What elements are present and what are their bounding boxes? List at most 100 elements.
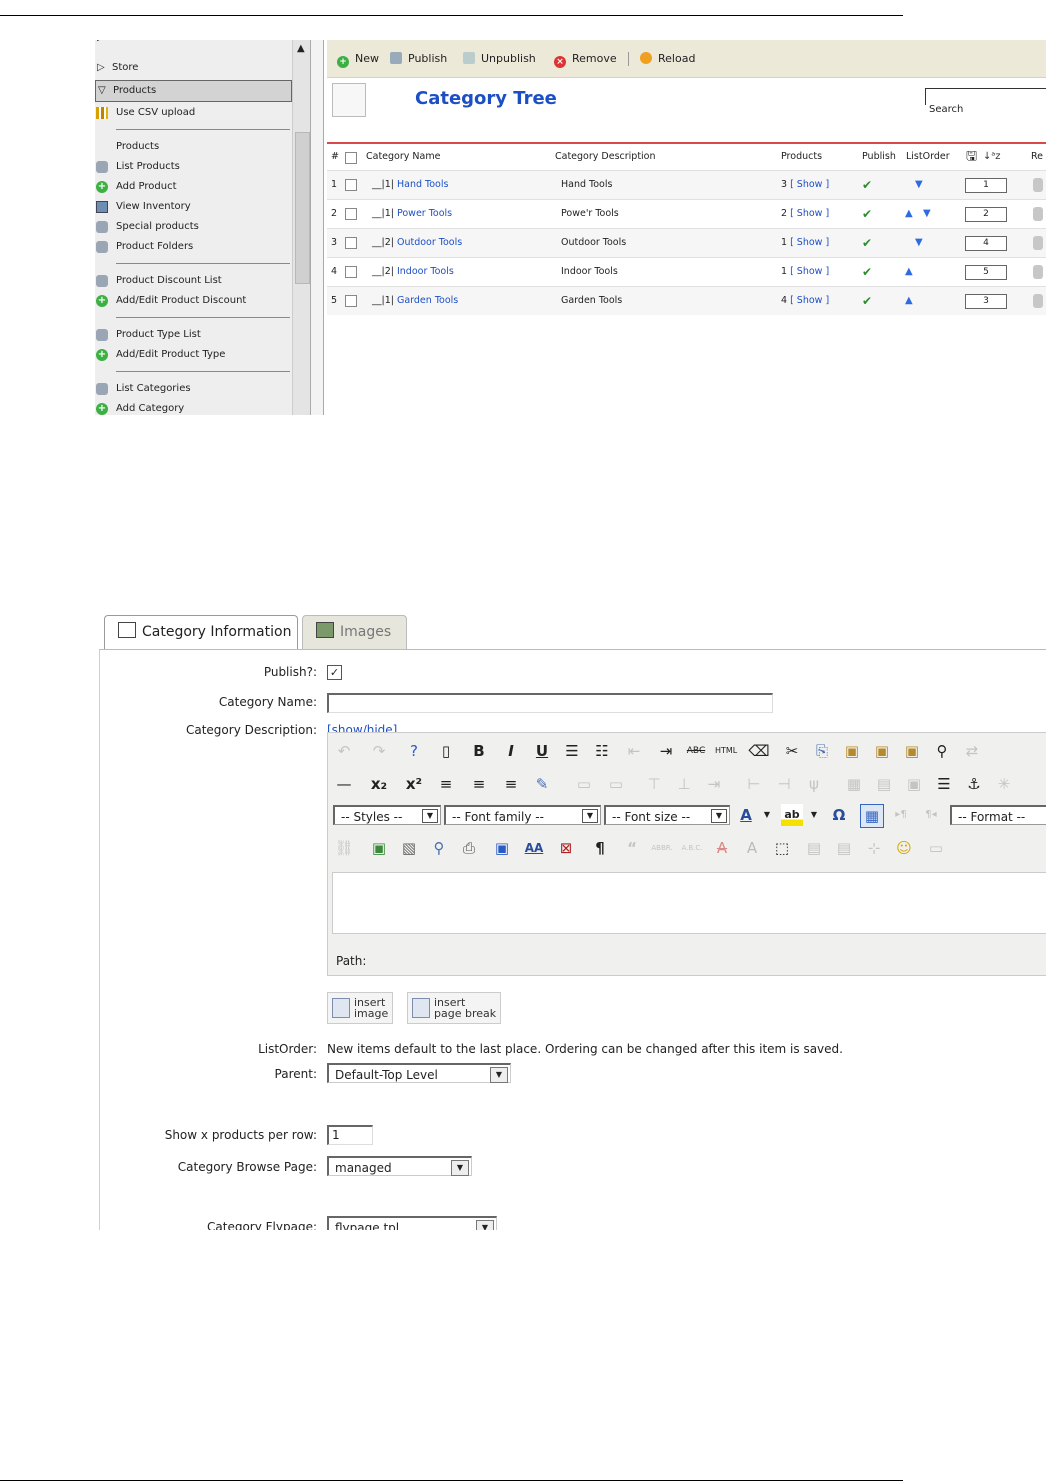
parent-select[interactable]: Default-Top Level ▼: [327, 1063, 511, 1083]
image-icon[interactable]: ▣: [368, 837, 390, 859]
show-link[interactable]: [ Show ]: [790, 237, 829, 248]
preview-icon[interactable]: ⚲: [428, 837, 450, 859]
order-input[interactable]: 4: [965, 236, 1007, 251]
publish-button[interactable]: Publish: [390, 52, 447, 66]
sidebar-item-view-inventory[interactable]: View Inventory: [95, 197, 292, 217]
align-right-icon[interactable]: ≡: [435, 773, 457, 795]
eraser-icon[interactable]: ⌫: [748, 740, 770, 762]
order-input[interactable]: 5: [965, 265, 1007, 280]
insert-mark-icon[interactable]: A: [741, 837, 763, 859]
row-checkbox[interactable]: [345, 266, 357, 278]
find-icon[interactable]: ⚲: [931, 740, 953, 762]
bold-icon[interactable]: B: [468, 740, 490, 762]
insert-table-icon[interactable]: ▦: [860, 804, 884, 828]
insert-image-button[interactable]: insert image: [327, 992, 393, 1024]
styles-select[interactable]: -- Styles -- ▼: [333, 805, 441, 825]
new-button[interactable]: + New: [337, 52, 379, 68]
col-listorder[interactable]: ListOrder: [906, 144, 950, 170]
edit-css-icon[interactable]: ✎: [531, 773, 553, 795]
order-down-icon[interactable]: ▼: [915, 229, 923, 257]
paste-text-icon[interactable]: ▣: [901, 740, 923, 762]
highlight-color-icon[interactable]: ab: [781, 804, 803, 826]
fullscreen-icon[interactable]: ▣: [491, 837, 513, 859]
table-row-props-icon[interactable]: ▭: [573, 773, 595, 795]
row-checkbox[interactable]: [345, 208, 357, 220]
superscript-icon[interactable]: x²: [403, 773, 425, 795]
row-checkbox[interactable]: [345, 295, 357, 307]
pane-splitter[interactable]: [310, 40, 324, 415]
remove-button[interactable]: × Remove: [554, 52, 617, 68]
show-link[interactable]: [ Show ]: [790, 295, 829, 306]
select-all-checkbox[interactable]: [345, 152, 357, 164]
sort-az-icon[interactable]: ↓ᵃz: [983, 144, 1001, 170]
layer-icon[interactable]: ⬚: [771, 837, 793, 859]
sidebar-head-store[interactable]: ▷ Store: [95, 58, 292, 78]
per-row-input[interactable]: 1: [327, 1125, 373, 1145]
insert-page-break-button[interactable]: insert page break: [407, 992, 501, 1024]
sidebar-head-products[interactable]: ▽ Products: [95, 80, 292, 102]
media-icon[interactable]: ▧: [398, 837, 420, 859]
split-cells-icon[interactable]: ▦: [843, 773, 865, 795]
strikethrough-icon[interactable]: ABC: [685, 740, 707, 762]
move-forward-icon[interactable]: ▤: [803, 837, 825, 859]
row-checkbox[interactable]: [345, 237, 357, 249]
col-desc[interactable]: Category Description: [555, 144, 656, 170]
sidebar-item-csv-upload[interactable]: Use CSV upload: [95, 103, 292, 123]
blockquote-icon[interactable]: “: [621, 837, 643, 859]
sidebar-item-list-products[interactable]: List Products: [95, 157, 292, 177]
anchor-icon[interactable]: ⚓: [963, 773, 985, 795]
chevron-down-icon[interactable]: ▼: [803, 804, 825, 826]
editor-content-area[interactable]: [332, 872, 1046, 934]
abbr-icon[interactable]: ABBR.: [651, 837, 673, 859]
category-name-input[interactable]: [327, 693, 773, 713]
row-checkbox[interactable]: [345, 179, 357, 191]
paste-icon[interactable]: ▣: [841, 740, 863, 762]
order-up-icon[interactable]: ▲: [905, 287, 913, 315]
delete-row-icon[interactable]: ⇥: [703, 773, 725, 795]
show-link[interactable]: [ Show ]: [790, 208, 829, 219]
order-input[interactable]: 2: [965, 207, 1007, 222]
subscript-icon[interactable]: x₂: [368, 773, 390, 795]
outdent-icon[interactable]: ⇤: [623, 740, 645, 762]
merge-cells-icon[interactable]: ▤: [873, 773, 895, 795]
paragraph-icon[interactable]: ¶: [589, 837, 611, 859]
delete-col-icon[interactable]: ψ: [803, 773, 825, 795]
published-check-icon[interactable]: ✔: [862, 287, 872, 315]
category-link[interactable]: Indoor Tools: [397, 266, 454, 277]
order-input[interactable]: 1: [965, 178, 1007, 193]
emoticon-icon[interactable]: ☺: [893, 837, 915, 859]
category-link[interactable]: Garden Tools: [397, 295, 458, 306]
category-link[interactable]: Power Tools: [397, 208, 452, 219]
font-family-select[interactable]: -- Font family -- ▼: [444, 805, 601, 825]
print-icon[interactable]: ⎙: [458, 837, 480, 859]
link-icon[interactable]: ⛓: [333, 837, 355, 859]
flypage-select[interactable]: flypage.tpl ▼: [327, 1216, 497, 1230]
published-check-icon[interactable]: ✔: [862, 229, 872, 257]
indent-icon[interactable]: ⇥: [655, 740, 677, 762]
tab-images[interactable]: Images: [302, 615, 407, 650]
published-check-icon[interactable]: ✔: [862, 258, 872, 286]
font-size-icon[interactable]: AA: [523, 837, 545, 859]
template-icon[interactable]: ▭: [925, 837, 947, 859]
ltr-icon[interactable]: ▸¶: [890, 804, 912, 826]
horizontal-rule-icon[interactable]: —: [333, 773, 355, 795]
order-down-icon[interactable]: ▼: [923, 200, 931, 228]
cut-icon[interactable]: ✂: [781, 740, 803, 762]
show-link[interactable]: [ Show ]: [790, 266, 829, 277]
acronym-icon[interactable]: A.B.C.: [681, 837, 703, 859]
move-backward-icon[interactable]: ▤: [833, 837, 855, 859]
justify-icon[interactable]: ☰: [933, 773, 955, 795]
order-up-icon[interactable]: ▲: [905, 258, 913, 286]
undo-icon[interactable]: ↶: [333, 740, 355, 762]
category-link[interactable]: Hand Tools: [397, 179, 448, 190]
help-icon[interactable]: ?: [403, 740, 425, 762]
sidebar-item-type-list[interactable]: Product Type List: [95, 325, 292, 345]
reload-button[interactable]: Reload: [640, 52, 695, 66]
redo-icon[interactable]: ↷: [368, 740, 390, 762]
font-size-select[interactable]: -- Font size -- ▼: [604, 805, 730, 825]
nonbreaking-icon[interactable]: ⊠: [555, 837, 577, 859]
cleanup-icon[interactable]: ✳: [993, 773, 1015, 795]
insert-row-after-icon[interactable]: ⊥: [673, 773, 695, 795]
scroll-up-icon[interactable]: ▲: [297, 43, 305, 54]
underline-icon[interactable]: U: [531, 740, 553, 762]
